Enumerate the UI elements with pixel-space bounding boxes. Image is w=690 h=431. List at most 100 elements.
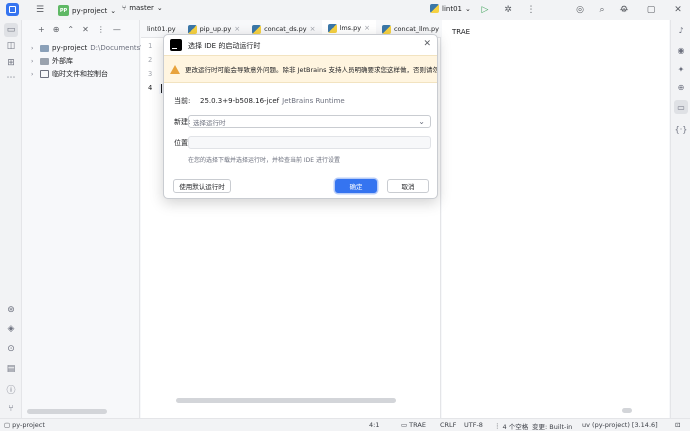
current-label: 当前: [174,97,191,105]
options-icon[interactable]: ⋮ [97,25,105,39]
line-number: 1 [148,42,153,50]
tree-item-external-libs[interactable]: › 外部库 [31,55,73,67]
structure-tool-icon[interactable]: ⊞ [4,56,18,70]
python-console-icon[interactable]: ⊙ [4,342,18,356]
chevron-right-icon: › [31,70,34,78]
location-field[interactable] [188,136,431,149]
trae-pane: TRAE [442,20,669,418]
database-icon[interactable]: ◉ [674,43,688,57]
close-icon[interactable]: ✕ [423,39,431,49]
scratch-icon [40,70,49,78]
endpoints-icon[interactable]: {·} [674,122,688,136]
right-tool-strip: ♪ ◉ ✦ ⊕ ▭ {·} [670,20,690,418]
hint-text: 在您的选择下载并选择运行时，并检查当前 IDE 进行设置 [188,157,340,164]
cancel-button[interactable]: 取消 [387,179,429,193]
chevron-down-icon: ⌄ [156,4,163,12]
folder-icon [40,44,49,52]
commit-tool-icon[interactable]: ◫ [4,39,18,53]
more-tools-icon[interactable]: ⋯ [4,71,18,85]
maximize-icon[interactable]: ▢ [644,3,658,17]
title-bar: ☰ PP py-project ⌄ ⑂ master ⌄ lint01 ⌄ ▷ … [0,0,690,20]
line-number: 2 [148,56,153,64]
locate-icon[interactable]: ⊕ [53,25,60,39]
project-tool-icon[interactable]: ▭ [4,23,18,37]
runtime-select-value: 选择运行时 [193,118,226,127]
chevron-down-icon: ⌄ [110,6,117,15]
close-icon[interactable]: ✕ [671,3,685,17]
hide-icon[interactable]: — [113,25,121,39]
runtime-select[interactable]: 选择运行时 ⌄ [188,115,431,128]
debug-icon[interactable]: ✲ [501,3,515,17]
trae-title: TRAE [452,28,471,36]
status-position[interactable]: 4:1 [369,421,379,429]
pane-scrollbar[interactable] [622,408,632,413]
ai-assistant-icon[interactable]: ✦ [674,62,688,76]
tree-item-project[interactable]: › py-project D:\Documents\Pyth [31,42,158,54]
close-icon[interactable]: × [234,25,240,33]
jetbrains-logo-icon [170,39,182,51]
notifications-icon[interactable]: ♪ [674,23,688,37]
close-icon[interactable]: × [364,24,370,32]
add-icon[interactable]: + [38,25,45,39]
status-trae[interactable]: ▭ TRAE [401,421,426,429]
status-indent[interactable]: ⋮ 4 个空格 [494,421,528,431]
collapse-all-icon[interactable]: ✕ [82,25,89,39]
current-value: 25.0.3+9-b508.16-jcef [200,97,280,105]
indent-icon: ⋮ [494,422,501,430]
run-config-name: lint01 [442,4,462,13]
expand-all-icon[interactable]: ⌃ [67,25,74,39]
dialog-title: 选择 IDE 的启动运行时 [188,42,261,50]
more-icon[interactable]: ⋮ [524,3,538,17]
run-config-selector[interactable]: lint01 ⌄ [430,4,471,13]
branch-icon: ⑂ [122,4,127,12]
editor-scrollbar[interactable] [176,398,396,403]
tree-item-scratches[interactable]: › 临时文件和控制台 [31,68,108,80]
trae-tool-icon[interactable]: ▭ [674,100,688,114]
minimize-icon[interactable]: — [617,3,631,17]
project-name: py-project [72,6,108,15]
menu-icon[interactable]: ☰ [33,3,47,17]
git-icon[interactable]: ⑂ [4,402,18,416]
chevron-right-icon: › [31,44,34,52]
status-encoding[interactable]: UTF-8 [464,421,483,429]
branch-selector[interactable]: ⑂ master ⌄ [122,4,163,12]
sciview-icon[interactable]: ⊕ [674,80,688,94]
layers-icon[interactable]: ◈ [4,322,18,336]
tab-label: lms.py [339,24,362,32]
lock-icon[interactable]: ⊡ [675,421,680,429]
python-file-icon [430,4,439,13]
status-line-separator[interactable]: CRLF [440,421,456,429]
tree-item-label: 临时文件和控制台 [52,70,108,78]
horizontal-scrollbar[interactable] [27,409,107,414]
use-default-runtime-button[interactable]: 使用默认运行时 [173,179,231,193]
status-project[interactable]: ▢ py-project [4,421,45,429]
current-suffix: JetBrains Runtime [282,97,345,105]
square-icon: ▢ [4,421,11,429]
python-file-icon [327,23,337,33]
library-icon [40,57,49,65]
run-icon[interactable]: ▷ [478,3,492,17]
python-file-icon [252,24,262,34]
warning-text: 更改运行时可能会导致意外问题。除非 JetBrains 支持人员明确要求您这样做… [185,66,437,74]
current-runtime-row: 当前: 25.0.3+9-b508.16-jcef JetBrains Runt… [174,96,345,106]
warning-banner: 更改运行时可能会导致意外问题。除非 JetBrains 支持人员明确要求您这样做… [164,55,437,83]
status-bar: ▢ py-project 4:1 ▭ TRAE CRLF UTF-8 ⋮ 4 个… [0,418,690,431]
tab-label: concat_ds.py [264,25,307,33]
status-project-label: py-project [12,421,45,429]
problems-icon[interactable]: ⓘ [4,382,18,396]
copilot-icon[interactable]: ◎ [573,3,587,17]
tree-item-label: py-project [52,44,88,52]
terminal-icon[interactable]: ▤ [4,362,18,376]
status-trae-label: TRAE [409,421,426,429]
app-logo-icon[interactable] [6,3,19,16]
project-selector[interactable]: PP py-project ⌄ [58,4,116,17]
dialog-header: 选择 IDE 的启动运行时 ✕ [164,35,437,55]
python-file-icon [381,24,391,34]
status-interpreter[interactable]: uv (py-project) [3.14.6] [582,421,658,429]
search-icon[interactable]: ⌕ [595,3,609,17]
python-packages-icon[interactable]: ⊛ [4,303,18,317]
tree-item-label: 外部库 [52,57,73,65]
close-icon[interactable]: × [310,25,316,33]
status-vcs[interactable]: 变更: Built-in [532,421,572,431]
ok-button[interactable]: 确定 [335,179,377,193]
